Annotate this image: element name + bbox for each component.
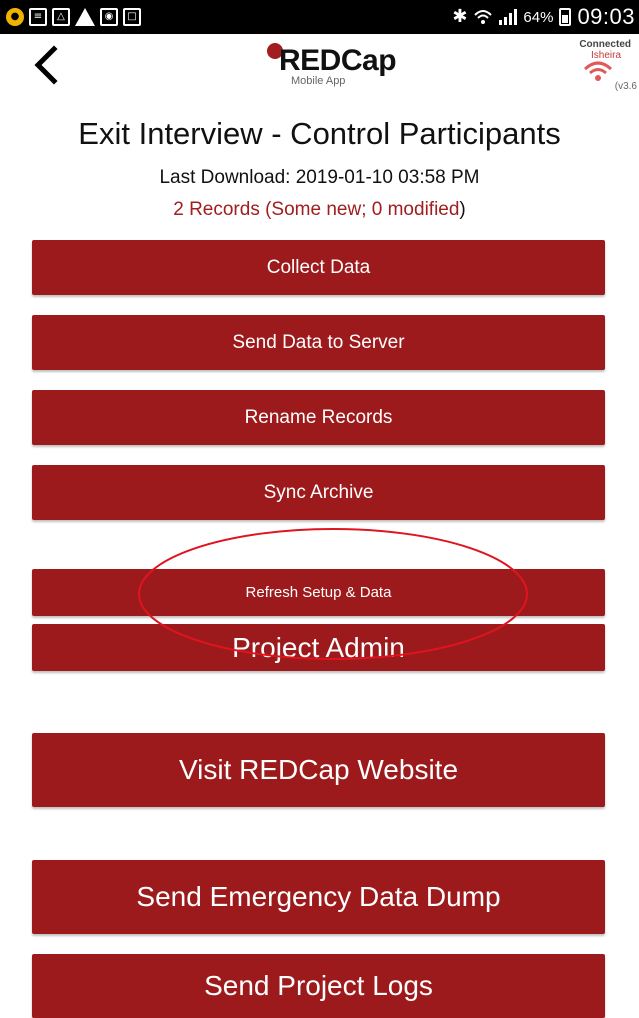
notification-icons: ● ≡ △ ◉ □ <box>6 6 141 28</box>
rename-records-button[interactable]: Rename Records <box>32 390 605 445</box>
emergency-dump-button[interactable]: Send Emergency Data Dump <box>32 860 605 934</box>
status-bar: ● ≡ △ ◉ □ ✱ 64% 09:03 <box>0 0 639 34</box>
mail-icon: □ <box>123 8 141 26</box>
system-indicators: ✱ 64% 09:03 <box>452 4 635 29</box>
connection-status: Connected Isheira (v3.6 <box>563 38 637 94</box>
records-close-paren: ) <box>459 199 466 220</box>
file-icon: ≡ <box>29 8 47 26</box>
wifi-icon <box>474 10 493 24</box>
project-logs-button[interactable]: Send Project Logs <box>32 954 605 1018</box>
refresh-setup-button[interactable]: Refresh Setup & Data <box>32 569 605 616</box>
logo-subtitle: Mobile App <box>291 75 346 87</box>
sync-archive-button[interactable]: Sync Archive <box>32 465 605 520</box>
visit-website-button[interactable]: Visit REDCap Website <box>32 733 605 807</box>
signal-icon <box>499 9 518 25</box>
warning-icon <box>75 8 95 26</box>
wifi-icon <box>583 61 613 81</box>
records-summary: 2 Records (Some new; 0 modified) <box>0 198 639 222</box>
collect-data-button[interactable]: Collect Data <box>32 240 605 295</box>
battery-icon <box>559 8 572 26</box>
send-data-button[interactable]: Send Data to Server <box>32 315 605 370</box>
image-icon: △ <box>52 8 70 26</box>
last-download: Last Download: 2019-01-10 03:58 PM <box>159 167 480 188</box>
clock: 09:03 <box>577 4 635 29</box>
project-admin-button[interactable]: Project Admin <box>32 624 605 671</box>
records-count: 2 Records (Some new; 0 modified <box>173 199 460 220</box>
lock-icon: ● <box>6 8 24 26</box>
battery-percentage: 64% <box>523 8 554 26</box>
bluetooth-icon: ✱ <box>452 6 468 27</box>
chevron-left-icon <box>34 45 58 85</box>
back-button[interactable] <box>26 43 66 87</box>
app-header: REDCap Mobile App Connected Isheira (v3.… <box>0 34 639 96</box>
logo-text: REDCap <box>279 44 397 77</box>
app-icon: ◉ <box>100 8 118 26</box>
app-version: (v3.6 <box>614 81 637 92</box>
project-title: Exit Interview - Control Participants <box>78 116 561 151</box>
redcap-logo: REDCap Mobile App <box>267 40 397 88</box>
connection-label: Connected <box>579 39 631 50</box>
